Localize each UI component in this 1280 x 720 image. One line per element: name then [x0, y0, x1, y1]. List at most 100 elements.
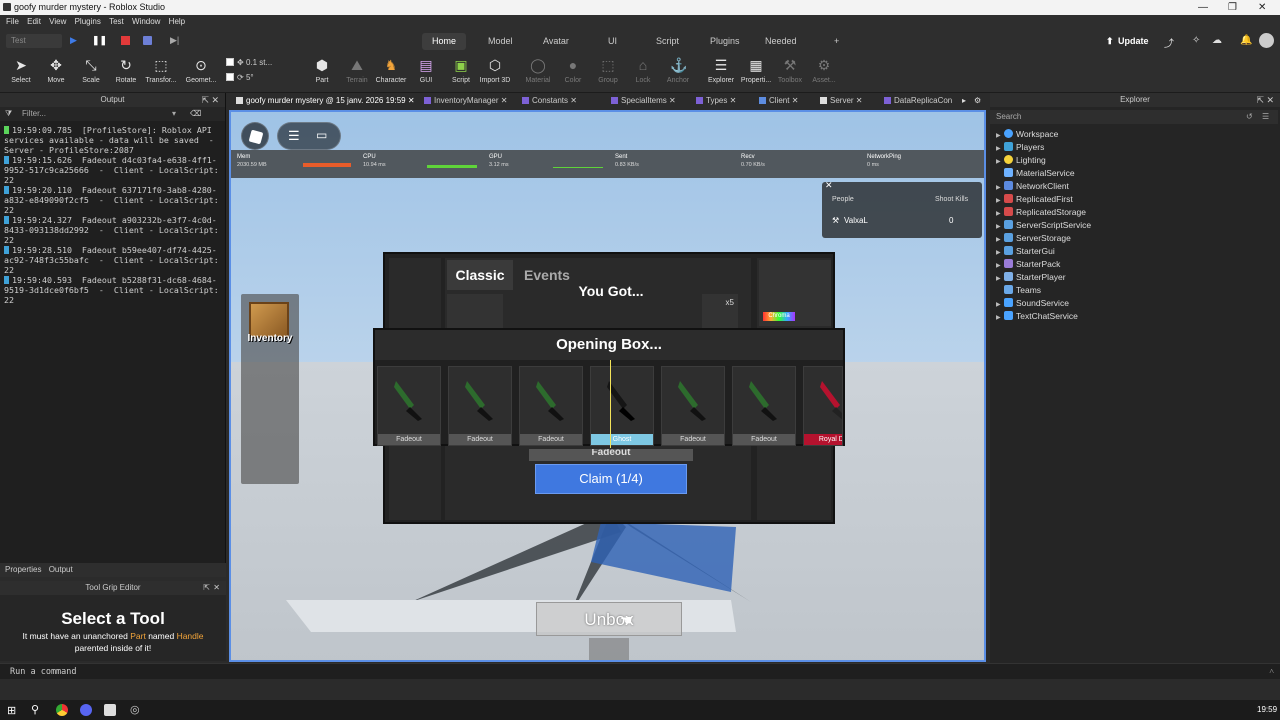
pause-icon[interactable]: ❚❚: [92, 35, 107, 46]
command-dropdown-icon[interactable]: ˄: [1269, 664, 1274, 680]
tab-home[interactable]: Home: [422, 33, 467, 50]
rotate-snap[interactable]: ⟳ 5°: [226, 73, 296, 86]
explorer-item-lighting[interactable]: ▶ Lighting: [996, 154, 1046, 167]
history-icon[interactable]: ↺: [1246, 110, 1253, 124]
move-snap-checkbox[interactable]: [226, 58, 234, 66]
rotate-tool[interactable]: ↻ Rotate: [106, 57, 146, 84]
share-icon[interactable]: ⤴: [1164, 35, 1174, 50]
explorer-item-replicatedfirst[interactable]: ▶ ReplicatedFirst: [996, 193, 1073, 206]
close-player-list-icon[interactable]: ✕: [825, 180, 833, 191]
explorer-item-players[interactable]: ▶ Players: [996, 141, 1044, 154]
move-snap[interactable]: ✥ 0.1 st...: [226, 58, 296, 71]
tab-needed[interactable]: Needed: [755, 33, 807, 50]
maximize-icon[interactable]: ❐: [1228, 0, 1237, 15]
tab-constants[interactable]: Constants ✕: [522, 93, 577, 108]
select-tool[interactable]: ➤ Select: [1, 57, 41, 84]
import-3d-tool[interactable]: ⬡ Import 3D: [475, 57, 515, 84]
update-button[interactable]: ⬆ Update: [1104, 33, 1149, 50]
filter-icon[interactable]: ⧩: [5, 107, 12, 121]
close-window-icon[interactable]: ✕: [1258, 0, 1266, 15]
avatar[interactable]: [1259, 33, 1274, 48]
close-tab-icon[interactable]: ✕: [408, 96, 415, 105]
explorer-item-startergui[interactable]: ▶ StarterGui: [996, 245, 1055, 258]
filter-dropdown-icon[interactable]: ▾: [172, 107, 176, 121]
undock-icon[interactable]: ⇱: [1256, 93, 1264, 107]
anchor-tool[interactable]: ⚓ Anchor: [658, 57, 698, 84]
menu-edit[interactable]: Edit: [27, 17, 41, 26]
close-tab-icon[interactable]: ✕: [501, 96, 508, 105]
close-tool-grip-icon[interactable]: ✕: [213, 581, 220, 595]
close-output-icon[interactable]: ✕: [211, 93, 219, 107]
explorer-item-serverscriptservice[interactable]: ▶ ServerScriptService: [996, 219, 1091, 232]
filter-input[interactable]: Filter...: [22, 109, 46, 118]
explorer-item-soundservice[interactable]: ▶ SoundService: [996, 297, 1069, 310]
stop-icon[interactable]: [121, 36, 130, 45]
tab-settings-icon[interactable]: ⚙: [974, 93, 981, 108]
menu-plugins[interactable]: Plugins: [75, 17, 101, 26]
explorer-item-starterplayer[interactable]: ▶ StarterPlayer: [996, 271, 1066, 284]
lock-tool[interactable]: ⌂ Lock: [623, 57, 663, 84]
menu-window[interactable]: Window: [132, 17, 160, 26]
rotate-snap-checkbox[interactable]: [226, 73, 234, 81]
tab-specialitems[interactable]: SpecialItems ✕: [611, 93, 676, 108]
hamburger-menu-icon[interactable]: ☰: [288, 128, 300, 144]
material-tool[interactable]: ◯ Material: [518, 57, 558, 84]
expand-chevron-icon[interactable]: ▶: [996, 312, 1004, 325]
scale-tool[interactable]: ⤡ Scale: [71, 57, 111, 84]
command-input[interactable]: Run a command: [10, 667, 77, 677]
tab-plugins[interactable]: Plugins: [700, 33, 750, 50]
tab-ui[interactable]: UI: [598, 33, 627, 50]
group-tool[interactable]: ⬚ Group: [588, 57, 628, 84]
tab-avatar[interactable]: Avatar: [533, 33, 579, 50]
gui-tool[interactable]: ▤ GUI: [406, 57, 446, 84]
part-tool[interactable]: ⬢ Part: [302, 57, 342, 84]
step-icon[interactable]: ▶|: [170, 35, 179, 46]
explorer-item-starterpack[interactable]: ▶ StarterPack: [996, 258, 1060, 271]
explorer-item-textchatservice[interactable]: ▶ TextChatService: [996, 310, 1078, 323]
explorer-item-workspace[interactable]: ▶ Workspace: [996, 128, 1058, 141]
menu-file[interactable]: File: [6, 17, 19, 26]
asset-manager-tool[interactable]: ⚙ Asset...: [804, 57, 844, 84]
inventory-button[interactable]: Inventory: [241, 333, 299, 344]
chrome-icon[interactable]: [56, 704, 68, 716]
tab-script[interactable]: Script: [646, 33, 689, 50]
close-tab-icon[interactable]: ✕: [570, 96, 577, 105]
undock-icon[interactable]: ⇱: [203, 581, 210, 595]
explorer-tool[interactable]: ☰ Explorer: [701, 57, 741, 84]
tab-classic[interactable]: Classic: [447, 260, 513, 290]
close-tab-icon[interactable]: ✕: [730, 96, 737, 105]
explorer-settings-icon[interactable]: ☰: [1262, 110, 1269, 124]
geometry-tool[interactable]: ⊙ Geomet...: [181, 57, 221, 84]
color-tool[interactable]: ● Color: [553, 57, 593, 84]
roblox-menu-button[interactable]: [241, 122, 269, 150]
windows-start-icon[interactable]: ⊞: [7, 704, 16, 717]
obs-icon[interactable]: ◎: [130, 703, 140, 716]
output-log[interactable]: 19:59:09.785 [ProfileStore]: Roblox API …: [0, 121, 225, 309]
explorer-item-serverstorage[interactable]: ▶ ServerStorage: [996, 232, 1071, 245]
play-icon[interactable]: ▶: [70, 35, 77, 46]
command-bar[interactable]: Run a command ˄: [0, 663, 1280, 679]
clear-output-icon[interactable]: ⌫: [190, 107, 201, 121]
close-tab-icon[interactable]: ✕: [669, 96, 676, 105]
unbox-button[interactable]: Unbox: [536, 602, 682, 636]
close-explorer-icon[interactable]: ✕: [1266, 93, 1274, 107]
explorer-item-materialservice[interactable]: MaterialService: [996, 167, 1075, 180]
menu-test[interactable]: Test: [109, 17, 124, 26]
explorer-item-replicatedstorage[interactable]: ▶ ReplicatedStorage: [996, 206, 1086, 219]
tab-client[interactable]: Client ✕: [759, 93, 798, 108]
tab-output[interactable]: Output: [49, 565, 73, 574]
menu-view[interactable]: View: [49, 17, 66, 26]
game-viewport[interactable]: ☰ ▭ Mem 2030.59 MB CPU 10.94 ms GPU 3.12 ms…: [229, 110, 986, 662]
more-tabs-icon[interactable]: ▸: [962, 93, 966, 108]
search-icon[interactable]: ⚲: [31, 703, 39, 716]
transform-tool[interactable]: ⬚ Transfor...: [141, 57, 181, 84]
menu-help[interactable]: Help: [169, 17, 185, 26]
client-server-icon[interactable]: [143, 36, 152, 45]
bell-icon[interactable]: 🔔: [1240, 35, 1252, 46]
mode-dropdown[interactable]: Test: [6, 34, 62, 48]
tab-datareplicacon[interactable]: DataReplicaCon: [884, 93, 966, 108]
character-tool[interactable]: ♞ Character: [371, 57, 411, 84]
tab-inventorymanager[interactable]: InventoryManager ✕: [424, 93, 507, 108]
featured-item-slot[interactable]: Chroma: [759, 260, 831, 326]
tab-model[interactable]: Model: [478, 33, 523, 50]
